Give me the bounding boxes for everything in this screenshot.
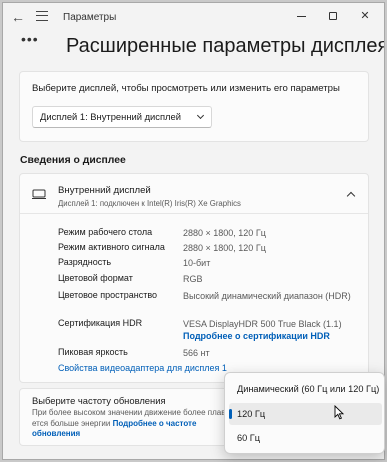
- page-title: Расширенные параметры дисплея: [66, 35, 385, 57]
- hdr-cert-value: VESA DisplayHDR 500 True Black (1.1): [183, 319, 342, 329]
- breadcrumb-more-button[interactable]: •••: [21, 31, 39, 47]
- display-info-header[interactable]: Внутренний дисплей Дисплей 1: подключен …: [20, 174, 368, 214]
- info-row-label: Цветовое пространство: [58, 290, 158, 300]
- info-row-label: Пиковая яркость: [58, 347, 128, 357]
- display-dropdown-value: Дисплей 1: Внутренний дисплей: [40, 111, 181, 122]
- info-row-value: 10-бит: [183, 258, 211, 268]
- display-subtitle: Дисплей 1: подключен к Intel(R) Iris(R) …: [58, 199, 241, 208]
- info-row-label: Разрядность: [58, 257, 112, 267]
- refresh-rate-popup: Динамический (60 Гц или 120 Гц) 120 Гц 6…: [224, 372, 385, 454]
- refresh-option-120[interactable]: 120 Гц: [229, 403, 382, 425]
- info-row-value: 2880 × 1800, 120 Гц: [183, 243, 266, 253]
- info-row-value: 2880 × 1800, 120 Гц: [183, 228, 266, 238]
- display-name: Внутренний дисплей: [58, 185, 151, 196]
- minimize-icon: [296, 15, 306, 17]
- chevron-down-icon: [196, 111, 205, 120]
- back-arrow-icon[interactable]: ←: [11, 9, 25, 25]
- close-icon: ✕: [360, 10, 370, 22]
- info-row-label: Цветовой формат: [58, 273, 133, 283]
- hdr-cert-link[interactable]: Подробнее о сертификации HDR: [183, 331, 330, 341]
- info-row-value: Высокий динамический диапазон (HDR): [183, 291, 351, 301]
- title-bar: ← Параметры ✕: [3, 3, 384, 31]
- adapter-properties-link[interactable]: Свойства видеоадаптера для дисплея 1: [58, 363, 227, 373]
- refresh-option-60[interactable]: 60 Гц: [229, 427, 382, 449]
- info-row-label: Режим активного сигнала: [58, 242, 165, 252]
- mouse-cursor-icon: [334, 405, 344, 420]
- info-row-value: VESA DisplayHDR 500 True Black (1.1) Под…: [183, 318, 358, 342]
- display-dropdown[interactable]: Дисплей 1: Внутренний дисплей: [32, 106, 212, 128]
- section-heading: Сведения о дисплее: [20, 155, 126, 166]
- info-row-label: Режим рабочего стола: [58, 227, 153, 237]
- refresh-rate-description: При более высоком значении движение боле…: [32, 408, 237, 440]
- maximize-icon: [329, 12, 337, 21]
- chevron-up-icon[interactable]: [346, 191, 356, 201]
- minimize-button[interactable]: [288, 7, 314, 25]
- refresh-option-dynamic[interactable]: Динамический (60 Гц или 120 Гц): [229, 378, 382, 400]
- display-info-card: Внутренний дисплей Дисплей 1: подключен …: [19, 173, 369, 383]
- app-title: Параметры: [63, 12, 117, 23]
- monitor-icon: [32, 189, 46, 199]
- info-row-value: RGB: [183, 274, 203, 284]
- display-select-card: Выберите дисплей, чтобы просмотреть или …: [19, 71, 369, 142]
- info-row-label: Сертификация HDR: [58, 318, 143, 328]
- selection-indicator: [229, 409, 232, 419]
- refresh-option-label: 120 Гц: [237, 409, 266, 419]
- menu-icon[interactable]: [36, 11, 48, 21]
- refresh-rate-title: Выберите частоту обновления: [32, 395, 166, 406]
- display-select-prompt: Выберите дисплей, чтобы просмотреть или …: [32, 83, 340, 94]
- maximize-button[interactable]: [320, 7, 346, 25]
- close-button[interactable]: ✕: [352, 7, 378, 25]
- info-row-value: 566 нт: [183, 348, 210, 358]
